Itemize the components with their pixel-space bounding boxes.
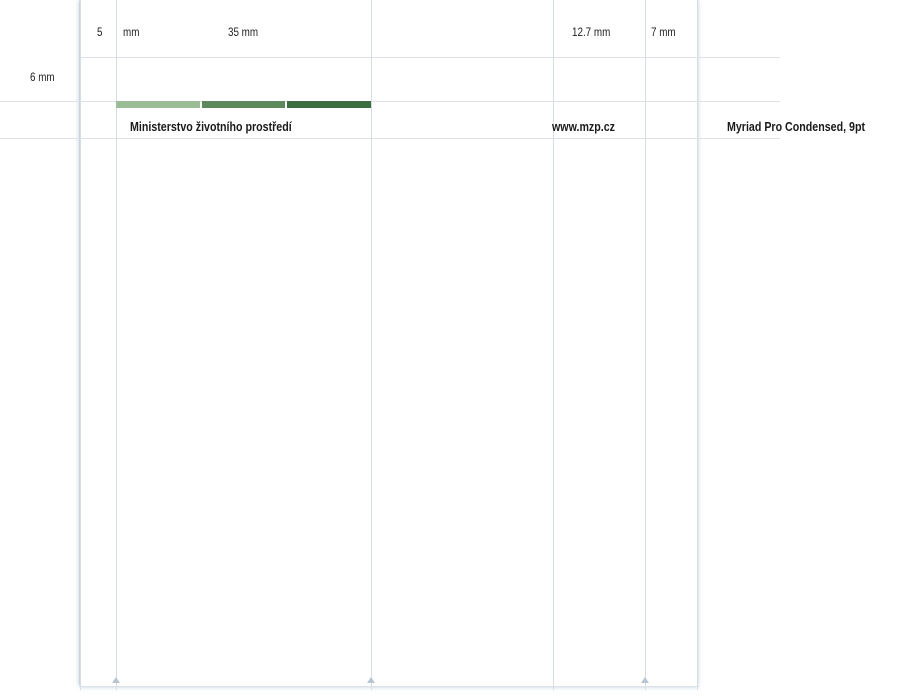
- guide-line-right-edge: [697, 0, 698, 690]
- bottom-marker-left: [112, 677, 120, 683]
- guide-line-right-block: [553, 0, 554, 690]
- ministry-name: Ministerstvo životního prostředí: [130, 119, 292, 134]
- guide-line-column: [371, 0, 372, 690]
- guide-line-text-baseline: [0, 138, 780, 139]
- bottom-marker-right: [641, 677, 649, 683]
- guide-line-left-edge: [80, 0, 81, 690]
- guide-line-bottom: [80, 686, 700, 687]
- accent-bar-dark: [287, 101, 371, 108]
- font-specification-note: Myriad Pro Condensed, 9pt: [727, 119, 866, 134]
- guide-line-top-dimension: [80, 57, 780, 58]
- dimension-right-margin: 7 mm: [651, 25, 676, 39]
- dimension-margin-left-unit: mm: [123, 25, 140, 39]
- bottom-marker-column: [367, 677, 375, 683]
- dimension-margin-left: 5: [97, 25, 103, 39]
- dimension-right-block: 12.7 mm: [572, 25, 611, 39]
- accent-bar-light: [116, 101, 200, 108]
- website-url: www.mzp.cz: [552, 119, 615, 134]
- dimension-top-margin: 6 mm: [30, 70, 55, 84]
- dimension-column-width: 35 mm: [228, 25, 259, 39]
- accent-bar-mid: [202, 101, 285, 108]
- guide-line-right-margin: [645, 0, 646, 690]
